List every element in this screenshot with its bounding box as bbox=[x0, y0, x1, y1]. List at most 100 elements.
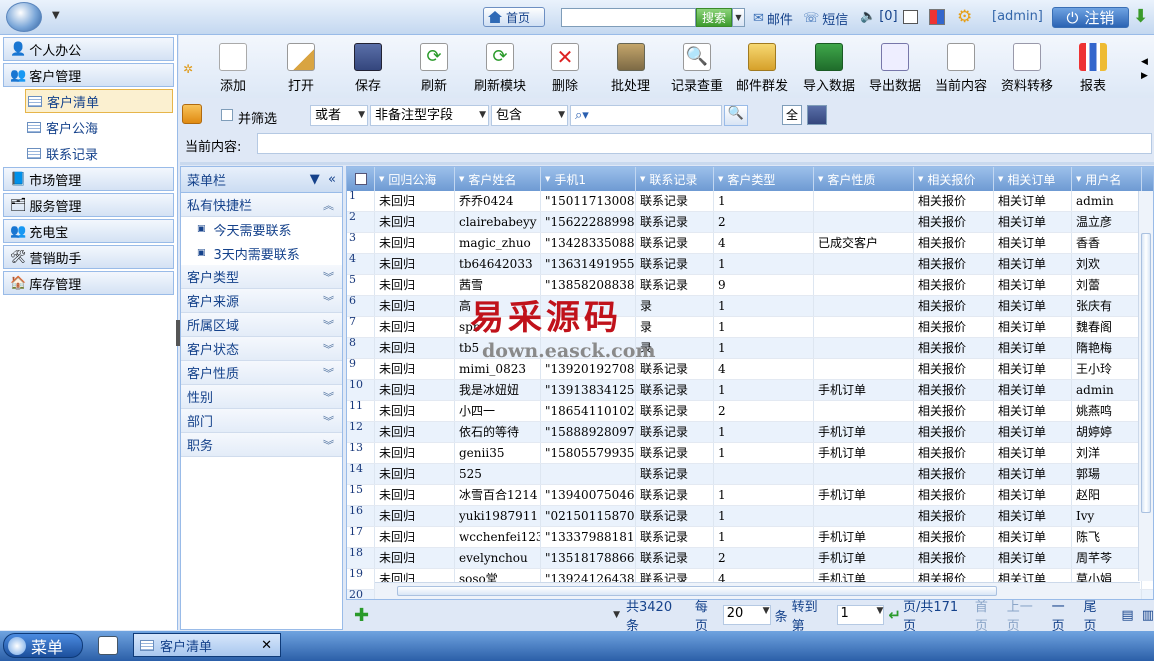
import-button[interactable]: 导入数据 bbox=[803, 43, 855, 94]
app-logo[interactable] bbox=[6, 2, 42, 32]
gear-icon[interactable]: ⚙ bbox=[957, 7, 972, 27]
filter-settings-icon[interactable] bbox=[182, 104, 202, 124]
col-order[interactable]: 相关订单 bbox=[994, 167, 1072, 191]
nav-inventory[interactable]: 🏠 库存管理 bbox=[3, 271, 174, 295]
cell-contact-record[interactable]: 联系记录 bbox=[636, 359, 714, 379]
mass-mail-button[interactable]: 邮件群发 bbox=[736, 43, 788, 94]
col-quote[interactable]: 相关报价 bbox=[914, 167, 994, 191]
message-counter[interactable]: 🔈 [0] bbox=[860, 9, 898, 24]
table-row[interactable]: 7 未回归 spb 录 1 相关报价 相关订单 魏春阁 bbox=[347, 317, 1153, 338]
cell-quote[interactable]: 相关报价 bbox=[914, 485, 994, 505]
table-row[interactable]: 18 未回归 evelynchou "13518178866 联系记录 2 手机订单 相关报价… bbox=[347, 548, 1153, 569]
cell-order[interactable]: 相关订单 bbox=[994, 359, 1072, 379]
start-menu-button[interactable]: 菜单 bbox=[3, 633, 83, 658]
vertical-scrollbar[interactable] bbox=[1138, 191, 1153, 581]
cell-order[interactable]: 相关订单 bbox=[994, 506, 1072, 526]
cell-quote[interactable]: 相关报价 bbox=[914, 317, 994, 337]
table-row[interactable]: 15 未回归 冰雪百合1214 "13940075046 联系记录 1 手机订单 相关报价 相关… bbox=[347, 485, 1153, 506]
customer-type-item[interactable]: 客户类型 ︾ bbox=[181, 265, 342, 289]
per-page-select[interactable]: 20 ▼ bbox=[722, 605, 771, 625]
quick-bar-item[interactable]: 私有快捷栏 ︽ bbox=[181, 193, 342, 217]
desktop-icon[interactable] bbox=[98, 636, 118, 655]
home-button[interactable]: 首页 bbox=[483, 7, 545, 27]
cell-contact-record[interactable]: 联系记录 bbox=[636, 422, 714, 442]
cell-order[interactable]: 相关订单 bbox=[994, 527, 1072, 547]
table-row[interactable]: 16 未回归 yuki1987911 "02150115870 联系记录 1 相关报价 相关订… bbox=[347, 506, 1153, 527]
col-contact-record[interactable]: 联系记录 bbox=[636, 167, 714, 191]
cell-contact-record[interactable]: 联系记录 bbox=[636, 254, 714, 274]
cell-order[interactable]: 相关订单 bbox=[994, 275, 1072, 295]
nav-marketing[interactable]: 🛠 营销助手 bbox=[3, 245, 174, 269]
table-row[interactable]: 1 未回归 乔乔0424 "15011713008 联系记录 1 相关报价 相关订单 admin bbox=[347, 191, 1153, 212]
current-content-input[interactable] bbox=[257, 133, 1152, 154]
panel-controls[interactable]: ▼ « bbox=[310, 172, 336, 187]
nav-powerbank[interactable]: 👥 充电宝 bbox=[3, 219, 174, 243]
cell-contact-record[interactable]: 联系记录 bbox=[636, 233, 714, 253]
table-row[interactable]: 11 未回归 小四一 "18654110102 联系记录 2 相关报价 相关订单 姚燕鸣 bbox=[347, 401, 1153, 422]
close-icon[interactable]: ✕ bbox=[261, 638, 272, 653]
field-select[interactable]: 非备注型字段 ▼ bbox=[370, 105, 489, 126]
cell-contact-record[interactable]: 联系记录 bbox=[636, 443, 714, 463]
save-filter-icon[interactable] bbox=[807, 105, 827, 125]
cell-contact-record[interactable]: 联系记录 bbox=[636, 212, 714, 232]
prev-page-link[interactable]: 上一页 bbox=[1007, 596, 1046, 634]
add-button[interactable]: 添加 bbox=[219, 43, 247, 94]
cell-quote[interactable]: 相关报价 bbox=[914, 401, 994, 421]
scroll-thumb[interactable] bbox=[1141, 233, 1151, 513]
select-all-checkbox[interactable] bbox=[347, 167, 375, 191]
cell-quote[interactable]: 相关报价 bbox=[914, 443, 994, 463]
col-customer-nature[interactable]: 客户性质 bbox=[814, 167, 914, 191]
col-username[interactable]: 用户名 bbox=[1072, 167, 1142, 191]
last-page-link[interactable]: 尾页 bbox=[1084, 596, 1110, 634]
filter-value-input[interactable]: ⌕▾ bbox=[570, 105, 722, 126]
columns-icon[interactable]: ▥ bbox=[1142, 608, 1154, 623]
theme-icon[interactable] bbox=[929, 9, 945, 25]
cell-contact-record[interactable]: 联系记录 bbox=[636, 191, 714, 211]
chevron-down-icon[interactable]: ▼ bbox=[613, 610, 620, 620]
department-item[interactable]: 部门 ︾ bbox=[181, 409, 342, 433]
col-mobile[interactable]: 手机1 bbox=[541, 167, 636, 191]
export-button[interactable]: 导出数据 bbox=[869, 43, 921, 94]
nav-personal[interactable]: 👤 个人办公 bbox=[3, 37, 174, 61]
cell-order[interactable]: 相关订单 bbox=[994, 317, 1072, 337]
sms-link[interactable]: ☏ 短信 bbox=[803, 9, 848, 28]
cell-quote[interactable]: 相关报价 bbox=[914, 422, 994, 442]
search-input[interactable] bbox=[561, 8, 696, 27]
customer-source-item[interactable]: 客户来源 ︾ bbox=[181, 289, 342, 313]
table-row[interactable]: 6 未回归高录 1 相关报价 相关订单 张庆有 bbox=[347, 296, 1153, 317]
col-customer-type[interactable]: 客户类型 bbox=[714, 167, 814, 191]
window-icon[interactable] bbox=[903, 10, 918, 24]
table-row[interactable]: 13 未回归 genii35 "15805579935 联系记录 1 手机订单 相关报价 相关订… bbox=[347, 443, 1153, 464]
cell-quote[interactable]: 相关报价 bbox=[914, 506, 994, 526]
goto-icon[interactable]: ↵ bbox=[888, 606, 901, 624]
col-customer-name[interactable]: 客户姓名 bbox=[455, 167, 541, 191]
cell-order[interactable]: 相关订单 bbox=[994, 296, 1072, 316]
cell-quote[interactable]: 相关报价 bbox=[914, 380, 994, 400]
gender-item[interactable]: 性别 ︾ bbox=[181, 385, 342, 409]
table-row[interactable]: 5 未回归 茜雪 "13858208838 联系记录 9 相关报价 相关订单 刘蕾 bbox=[347, 275, 1153, 296]
cell-contact-record[interactable]: 联系记录 bbox=[636, 380, 714, 400]
add-row-icon[interactable]: ✚ bbox=[354, 605, 369, 626]
cell-quote[interactable]: 相关报价 bbox=[914, 191, 994, 211]
today-contact-item[interactable]: ▣ 今天需要联系 bbox=[181, 217, 342, 241]
table-row[interactable]: 2 未回归 clairebabeyy "15622288998 联系记录 2 相关报价 相关订… bbox=[347, 212, 1153, 233]
table-row[interactable]: 14 未回归 525 联系记录 相关报价 相关订单 郭瑒 bbox=[347, 464, 1153, 485]
cell-quote[interactable]: 相关报价 bbox=[914, 548, 994, 568]
layout-icon[interactable]: ▤ bbox=[1121, 608, 1133, 623]
table-row[interactable]: 3 未回归 magic_zhuo "13428335088 联系记录 4 已成交客户 相关报价… bbox=[347, 233, 1153, 254]
scroll-thumb[interactable] bbox=[397, 586, 997, 596]
cell-quote[interactable]: 相关报价 bbox=[914, 296, 994, 316]
table-row[interactable]: 17 未回归 wcchenfei123 "13337988181 联系记录 1 手机订单 相关… bbox=[347, 527, 1153, 548]
cell-order[interactable]: 相关订单 bbox=[994, 443, 1072, 463]
cell-order[interactable]: 相关订单 bbox=[994, 338, 1072, 358]
cell-contact-record[interactable]: 联系记录 bbox=[636, 527, 714, 547]
report-button[interactable]: 报表 bbox=[1079, 43, 1107, 94]
toolbar-scroll-arrows[interactable]: ◀ ▶ bbox=[1141, 55, 1148, 83]
three-day-contact-item[interactable]: ▣ 3天内需要联系 bbox=[181, 241, 342, 265]
table-row[interactable]: 8 未回归 tb5 录 1 相关报价 相关订单 隋艳梅 bbox=[347, 338, 1153, 359]
cell-quote[interactable]: 相关报价 bbox=[914, 464, 994, 484]
table-row[interactable]: 4 未回归 tb64642033 "13631491955 联系记录 1 相关报价 相关订单刘… bbox=[347, 254, 1153, 275]
nav-contact-records[interactable]: 联系记录 bbox=[25, 141, 173, 165]
refresh-button[interactable]: ⟳ 刷新 bbox=[420, 43, 448, 94]
select-all-button[interactable]: 全 bbox=[782, 105, 802, 125]
